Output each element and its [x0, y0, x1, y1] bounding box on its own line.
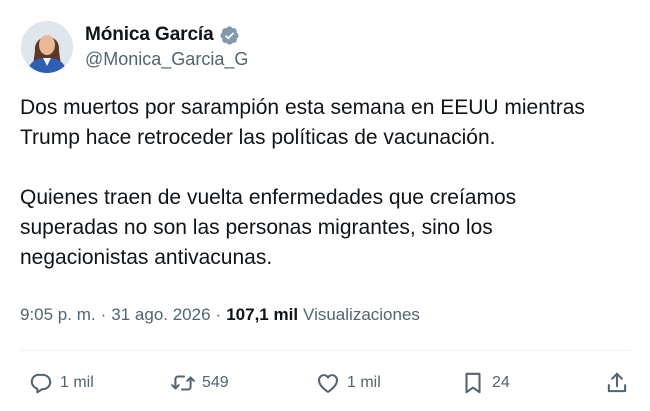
retweet-count: 549 [202, 374, 229, 391]
tweet-time[interactable]: 9:05 p. m. [20, 305, 96, 325]
author-name-row[interactable]: Mónica García [85, 22, 240, 48]
tweet-meta: 9:05 p. m. · 31 ago. 2026 · 107,1 mil Vi… [20, 305, 420, 325]
author-display-name[interactable]: Mónica García [85, 24, 214, 46]
like-button[interactable]: 1 mil [315, 370, 381, 396]
heart-icon [317, 374, 339, 393]
reply-count: 1 mil [60, 374, 94, 391]
reply-button[interactable]: 1 mil [28, 370, 94, 396]
retweet-button[interactable]: 549 [170, 370, 229, 396]
share-button[interactable] [604, 370, 630, 396]
reply-icon [30, 373, 52, 394]
tweet-text: Dos muertos por sarampión esta semana en… [20, 93, 632, 273]
author-handle[interactable]: @Monica_Garcia_G [85, 49, 248, 70]
meta-separator: · [100, 305, 107, 324]
tweet-date[interactable]: 31 ago. 2026 [111, 305, 210, 325]
divider [20, 350, 630, 351]
tweet-paragraph: Dos muertos por sarampión esta semana en… [20, 96, 585, 149]
bookmark-button[interactable]: 24 [460, 370, 510, 396]
avatar-photo [21, 21, 73, 73]
retweet-icon [171, 375, 195, 391]
verified-badge-icon [219, 25, 240, 46]
views-label: Visualizaciones [303, 305, 420, 324]
like-count: 1 mil [347, 374, 381, 391]
avatar[interactable] [21, 21, 73, 73]
tweet-paragraph: Quienes traen de vuelta enfermedades que… [20, 186, 517, 269]
tweet-card: Mónica García @Monica_Garcia_G Dos muert… [0, 0, 650, 411]
meta-separator: · [215, 305, 222, 324]
bookmark-count: 24 [492, 374, 510, 391]
bookmark-icon [465, 372, 481, 394]
share-icon [607, 372, 627, 393]
views-count: 107,1 mil [226, 305, 299, 324]
